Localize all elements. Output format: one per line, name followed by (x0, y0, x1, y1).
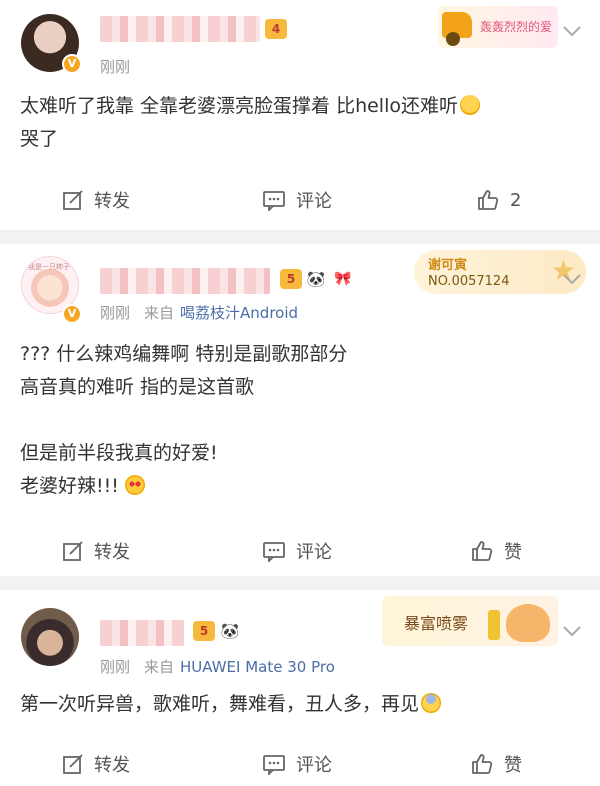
repost-label: 转发 (94, 542, 130, 563)
post-meta: 刚刚 来自 喝荔枝汁Android (100, 302, 298, 323)
comment-label: 评论 (296, 755, 332, 776)
fan-badge-number: NO.0057124 (428, 274, 510, 289)
post-text-line-1: ??? 什么辣鸡编舞啊 特别是副歌那部分 (20, 343, 348, 365)
comment-label: 评论 (296, 191, 332, 212)
crying-laughing-emoji-icon (460, 95, 480, 115)
repost-button[interactable]: 转发 (62, 531, 130, 571)
source-label: 来自 (144, 304, 175, 322)
vip-crown-icon: 4 (265, 19, 287, 39)
post-content[interactable]: 太难听了我靠 全靠老婆漂亮脸蛋撑着 比hello还难听 哭了 (20, 90, 580, 156)
like-button[interactable]: 2 (476, 180, 521, 220)
comment-button[interactable]: 评论 (262, 531, 332, 571)
post-text-line-4: 但是前半段我真的好爱! (20, 442, 218, 464)
repost-icon (63, 754, 83, 774)
time-text: 刚刚 (100, 304, 131, 322)
thumbs-up-icon (478, 190, 499, 210)
repost-label: 转发 (94, 755, 130, 776)
repost-icon (63, 190, 83, 210)
post-content[interactable]: 第一次听异兽，歌难听，舞难看，丑人多，再见 (20, 688, 580, 721)
verified-badge: V (62, 304, 82, 324)
scared-face-emoji-icon (421, 693, 442, 713)
panda-badge-icon: 🐼 (220, 622, 240, 640)
comment-label: 评论 (296, 542, 332, 563)
like-label: 赞 (504, 542, 522, 563)
username-blurred[interactable] (100, 16, 260, 42)
post-text-line-2: 高音真的难听 指的是这首歌 (20, 376, 255, 398)
repost-label: 转发 (94, 191, 130, 212)
source-link[interactable]: 喝荔枝汁Android (180, 304, 298, 322)
avatar-caption: 我是一只柿子 (28, 263, 70, 271)
cat-icon (506, 604, 550, 642)
username-blurred[interactable] (100, 620, 184, 646)
post-2: 我是一只柿子 V 5 🐼 🎀 谢可寅 NO.0057124 ★ 刚刚 来自 喝荔枝汁… (0, 244, 600, 576)
thumbs-up-icon (472, 754, 493, 774)
like-button[interactable]: 赞 (470, 744, 522, 784)
username-blurred[interactable] (100, 268, 270, 294)
post-3: 5 🐼 暴富喷雾 刚刚 来自 HUAWEI Mate 30 Pro 第一次听异兽，歌… (0, 590, 600, 786)
chevron-down-icon[interactable] (562, 624, 582, 638)
repost-icon (63, 541, 83, 561)
wheel-icon (446, 32, 460, 46)
time-text: 刚刚 (100, 58, 131, 76)
post-time: 刚刚 (100, 56, 130, 77)
separator (0, 576, 600, 590)
vip-crown-icon: 5 (193, 621, 215, 641)
chevron-down-icon[interactable] (562, 24, 582, 38)
card-decoration[interactable]: 轰轰烈烈的爱 (438, 6, 558, 48)
vip-crown-icon: 5 (280, 269, 302, 289)
post-1: V 4 轰轰烈烈的爱 刚刚 太难听了我靠 全靠老婆漂亮脸蛋撑着 比hello还难… (0, 0, 600, 228)
decoration-text: 暴富喷雾 (404, 614, 469, 633)
action-bar: 转发 评论 赞 (0, 744, 600, 784)
spray-bottle-icon (488, 610, 500, 640)
post-content[interactable]: ??? 什么辣鸡编舞啊 特别是副歌那部分 高音真的难听 指的是这首歌 但是前半段… (20, 338, 580, 503)
like-count: 2 (510, 189, 522, 211)
time-text: 刚刚 (100, 658, 131, 676)
heart-eyes-emoji-icon (124, 475, 145, 495)
gift-badge-icon: 🎀 (334, 271, 352, 287)
fan-badge-name: 谢可寅 (428, 258, 468, 273)
post-meta: 刚刚 来自 HUAWEI Mate 30 Pro (100, 656, 335, 677)
post-text-line-2: 哭了 (20, 128, 59, 150)
comment-button[interactable]: 评论 (262, 180, 332, 220)
post-text: 太难听了我靠 全靠老婆漂亮脸蛋撑着 比hello还难听 (20, 95, 458, 117)
like-button[interactable]: 赞 (470, 531, 522, 571)
comment-icon (263, 542, 285, 562)
comment-icon (263, 191, 285, 211)
post-text-line-3 (20, 404, 580, 437)
decoration-text: 轰轰烈烈的爱 (480, 20, 553, 34)
chevron-down-icon[interactable] (562, 272, 582, 286)
action-bar: 转发 评论 2 (0, 180, 600, 220)
separator (0, 230, 600, 244)
action-bar: 转发 评论 赞 (0, 531, 600, 571)
comment-button[interactable]: 评论 (262, 744, 332, 784)
fan-badge[interactable]: 谢可寅 NO.0057124 ★ (414, 250, 586, 294)
source-label: 来自 (144, 658, 175, 676)
comment-icon (263, 755, 285, 775)
post-text-line-5: 老婆好辣!!! (20, 475, 125, 497)
like-label: 赞 (504, 755, 522, 776)
repost-button[interactable]: 转发 (62, 744, 130, 784)
source-link[interactable]: HUAWEI Mate 30 Pro (180, 658, 335, 676)
avatar[interactable] (21, 608, 79, 666)
repost-button[interactable]: 转发 (62, 180, 130, 220)
panda-badge-icon: 🐼 (306, 270, 326, 288)
card-decoration[interactable]: 暴富喷雾 (382, 596, 558, 646)
verified-badge: V (62, 54, 82, 74)
post-text: 第一次听异兽，歌难听，舞难看，丑人多，再见 (20, 693, 420, 715)
thumbs-up-icon (472, 541, 493, 561)
